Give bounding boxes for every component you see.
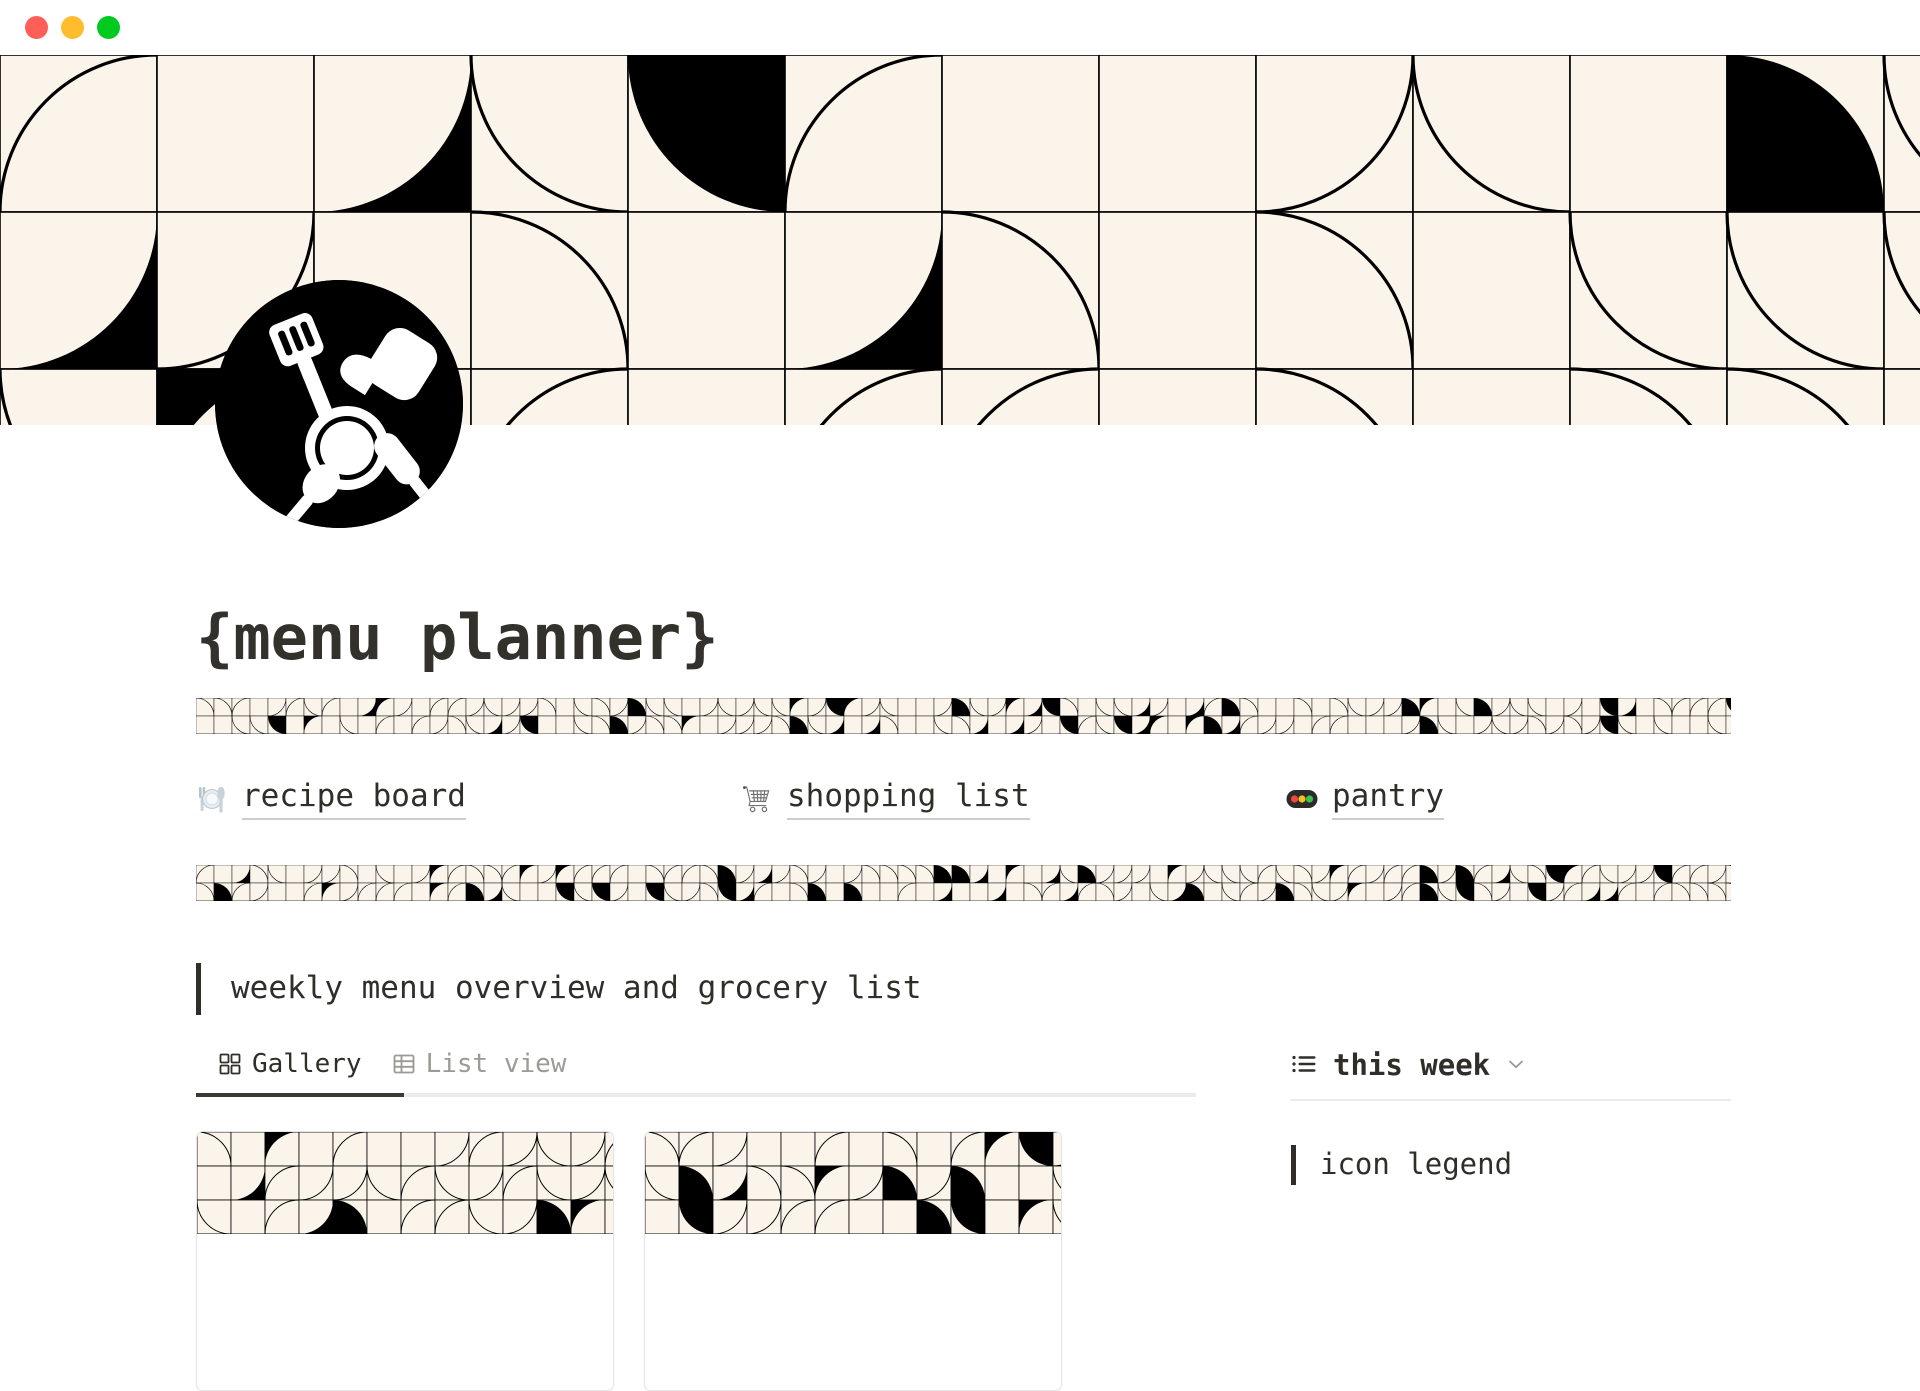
table-grid-icon bbox=[392, 1052, 416, 1076]
nav-links-row: recipe board shopping list pantry bbox=[196, 778, 1731, 820]
minimize-button[interactable] bbox=[61, 16, 84, 39]
sidebar-column: this week icon legend bbox=[1291, 1051, 1731, 1391]
gallery-cards bbox=[196, 1130, 1196, 1391]
tab-label: List view bbox=[425, 1048, 567, 1079]
bulleted-list-icon bbox=[1291, 1051, 1317, 1081]
nav-link-label: pantry bbox=[1332, 778, 1444, 820]
page-body: {menu planner} recipe board shopping lis… bbox=[0, 425, 1920, 1391]
plate-with-cutlery-icon bbox=[196, 783, 228, 815]
sidebar-callout-text: icon legend bbox=[1320, 1147, 1513, 1182]
card-pattern-graphic bbox=[645, 1131, 1061, 1234]
chevron-down-icon[interactable] bbox=[1506, 1054, 1526, 1078]
gallery-card[interactable] bbox=[644, 1130, 1062, 1391]
divider-pattern-graphic-1 bbox=[196, 698, 1731, 735]
gallery-card[interactable] bbox=[196, 1130, 614, 1391]
card-cover-pattern bbox=[197, 1131, 613, 1234]
divider-pattern-top bbox=[196, 698, 1731, 735]
maximize-button[interactable] bbox=[97, 16, 120, 39]
view-tabs: Gallery List view bbox=[196, 1051, 1196, 1093]
tab-label: Gallery bbox=[252, 1048, 362, 1079]
cooking-utensils-icon bbox=[215, 280, 463, 528]
window-title-bar bbox=[0, 0, 1920, 55]
callout-accent-bar bbox=[196, 962, 201, 1015]
nav-link-pantry[interactable]: pantry bbox=[1286, 778, 1726, 820]
content-split: Gallery List view this week icon legend bbox=[196, 1051, 1731, 1391]
nav-link-label: shopping list bbox=[787, 778, 1030, 820]
gallery-grid-icon bbox=[218, 1052, 242, 1076]
page-subtitle-callout: weekly menu overview and grocery list bbox=[196, 962, 1736, 1015]
close-button[interactable] bbox=[25, 16, 48, 39]
sidebar-callout: icon legend bbox=[1291, 1144, 1731, 1185]
content-column: {menu planner} recipe board shopping lis… bbox=[196, 425, 1736, 1391]
page-title: {menu planner} bbox=[196, 601, 719, 674]
divider-pattern-bottom bbox=[196, 864, 1731, 901]
shopping-cart-icon bbox=[741, 783, 773, 815]
main-column: Gallery List view bbox=[196, 1051, 1196, 1391]
sidebar-divider bbox=[1291, 1098, 1731, 1101]
tabs-active-indicator bbox=[196, 1092, 404, 1097]
sidebar-header-label: this week bbox=[1333, 1048, 1491, 1083]
divider-pattern-graphic-2 bbox=[196, 864, 1731, 901]
sidebar-header[interactable]: this week bbox=[1291, 1051, 1731, 1099]
card-pattern-graphic bbox=[197, 1131, 613, 1234]
traffic-light-icon bbox=[1286, 788, 1318, 810]
sidebar-callout-accent-bar bbox=[1291, 1144, 1296, 1185]
tabs-underline bbox=[196, 1092, 1196, 1097]
column-gap bbox=[1196, 1051, 1291, 1391]
tab-list-view[interactable]: List view bbox=[392, 1048, 567, 1093]
callout-text: weekly menu overview and grocery list bbox=[231, 970, 922, 1007]
card-cover-pattern bbox=[645, 1131, 1061, 1234]
tab-gallery[interactable]: Gallery bbox=[218, 1051, 362, 1093]
nav-link-shopping-list[interactable]: shopping list bbox=[741, 778, 1286, 820]
nav-link-recipe-board[interactable]: recipe board bbox=[196, 778, 741, 820]
nav-link-label: recipe board bbox=[242, 778, 466, 820]
avatar[interactable] bbox=[215, 280, 463, 528]
